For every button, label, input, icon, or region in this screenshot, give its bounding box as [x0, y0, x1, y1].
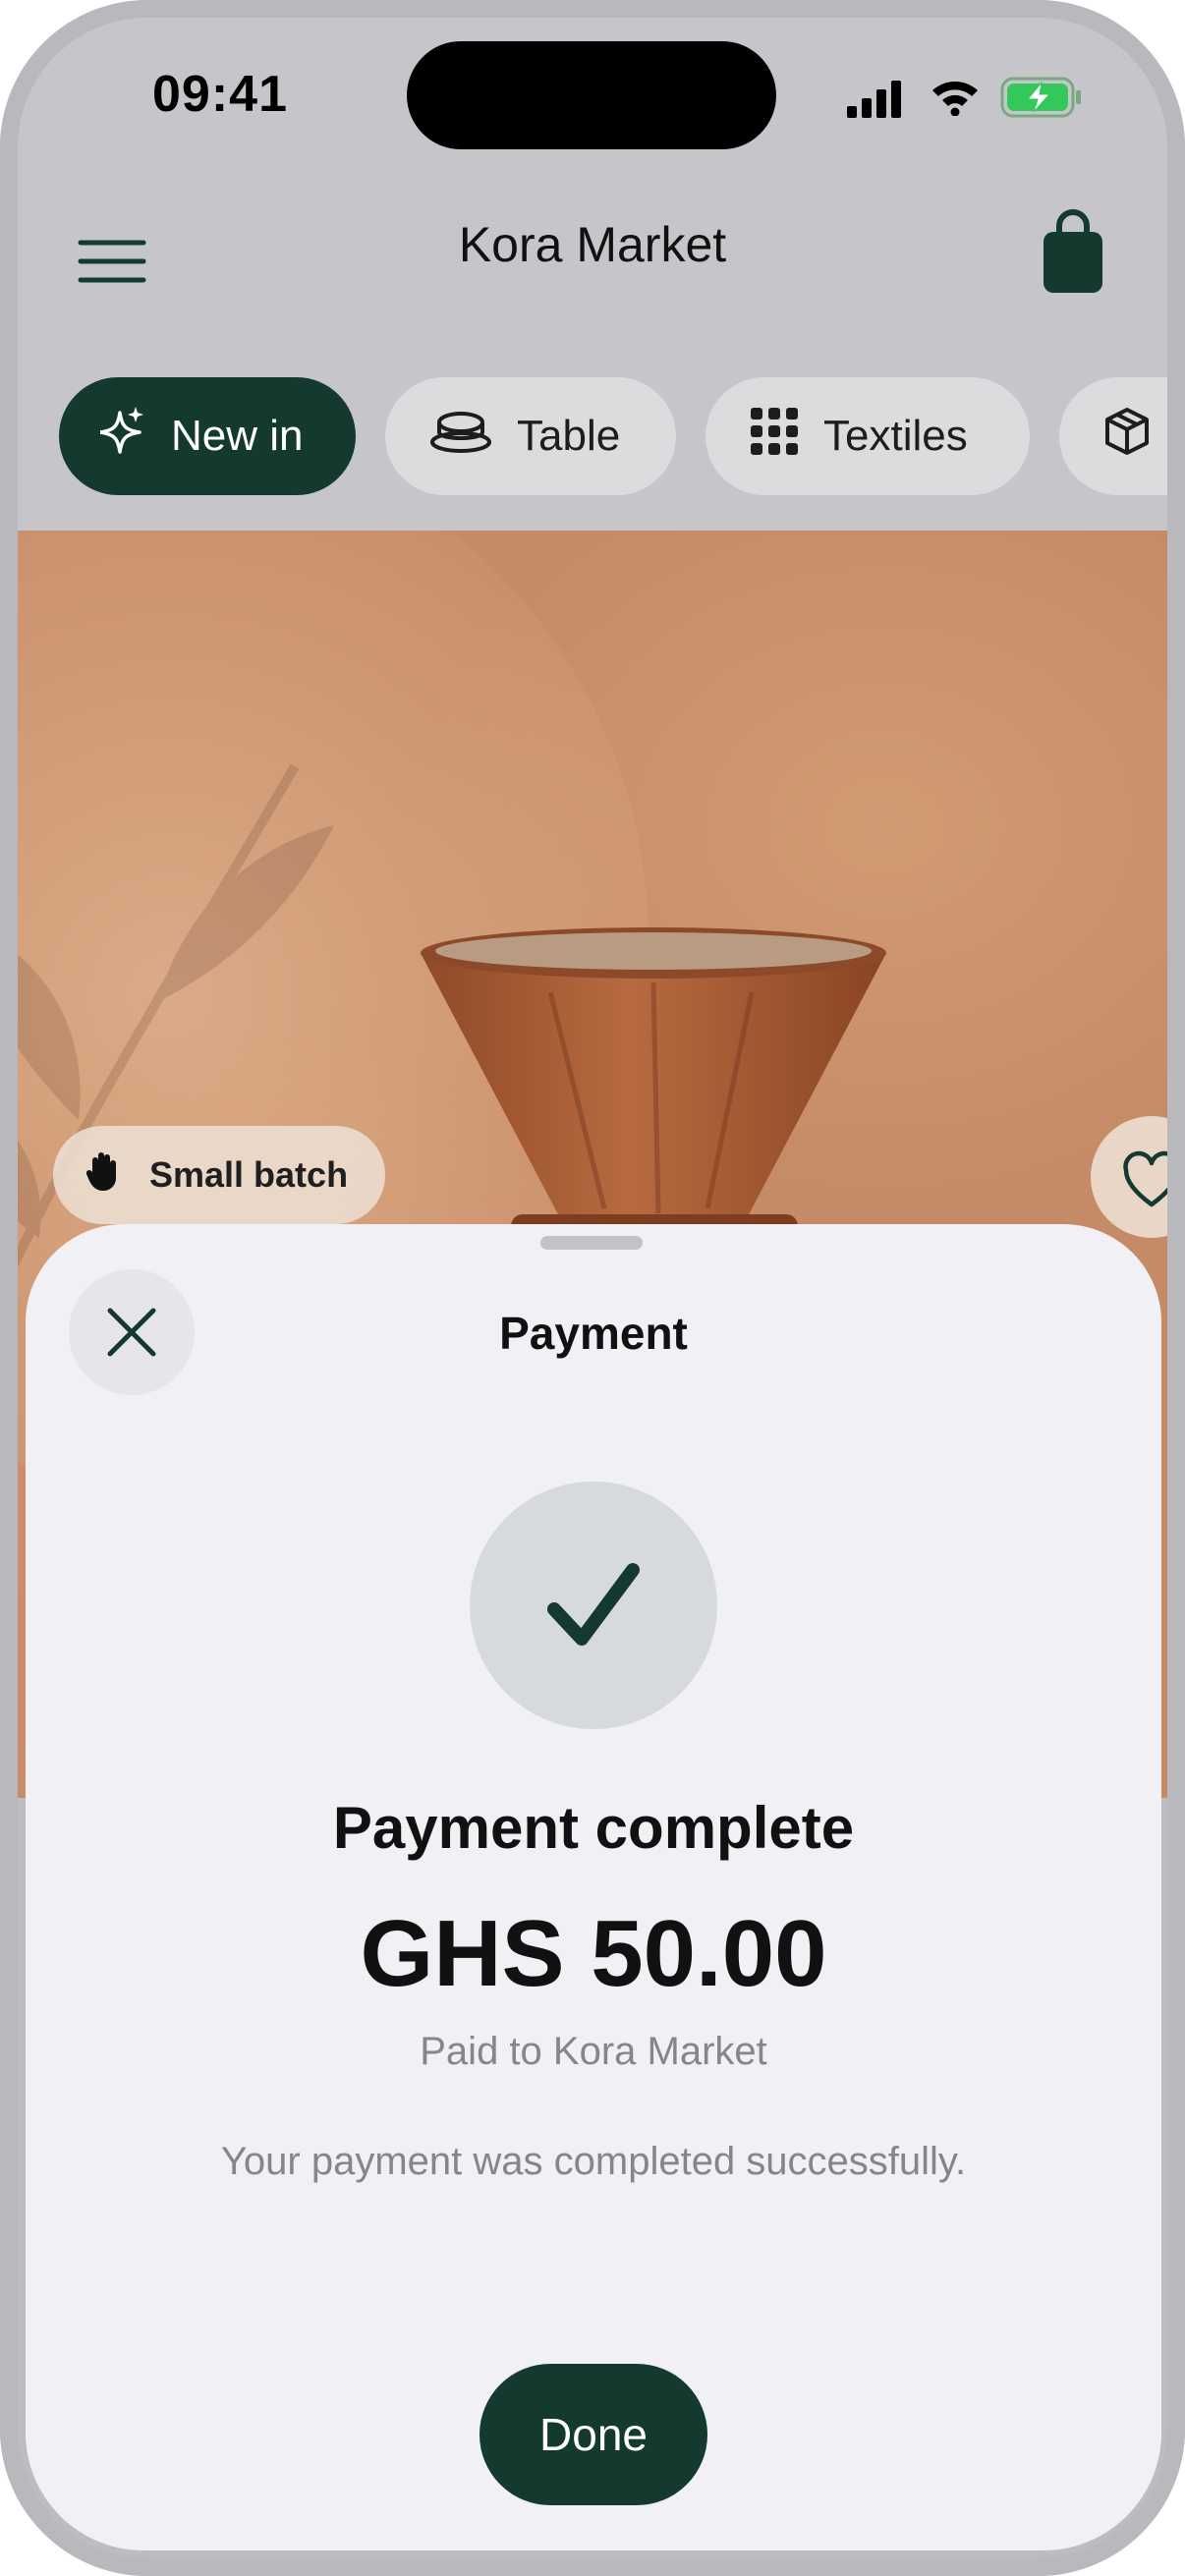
sparkle-icon — [98, 406, 145, 467]
done-button[interactable]: Done — [480, 2364, 707, 2505]
chip-label: Table — [517, 412, 621, 460]
payment-sheet: Payment Payment complete GHS 50.00 Paid … — [26, 1224, 1161, 2550]
payee-text: Paid to Kora Market — [420, 2030, 767, 2073]
chip-label: Textiles — [823, 412, 968, 460]
shopping-bag-button[interactable] — [1018, 195, 1128, 305]
dynamic-island — [407, 41, 776, 149]
chip-box-category[interactable] — [1059, 377, 1185, 495]
favorite-button[interactable] — [1091, 1116, 1185, 1238]
checkmark-icon — [547, 1563, 640, 1646]
success-indicator — [470, 1482, 717, 1729]
app-title: Kora Market — [458, 217, 727, 272]
cellular-signal-icon — [847, 81, 901, 118]
box-icon — [1104, 407, 1150, 467]
success-message: Your payment was completed successfully. — [220, 2140, 967, 2183]
cup-icon — [430, 409, 491, 465]
hand-icon — [85, 1150, 120, 1201]
chip-new-in[interactable]: New in — [59, 377, 356, 495]
status-time: 09:41 — [152, 66, 288, 123]
sheet-title: Payment — [499, 1308, 688, 1359]
payment-amount: GHS 50.00 — [360, 1901, 827, 2006]
battery-charging-icon — [1000, 77, 1081, 118]
chip-label: New in — [171, 412, 304, 460]
phone-screen: 09:41 Kora Market New in Table Textiles … — [0, 0, 1185, 2576]
shopping-bag-icon — [1044, 209, 1102, 293]
small-batch-badge: Small batch — [53, 1126, 386, 1224]
payment-status-heading: Payment complete — [332, 1795, 855, 1861]
sheet-grabber[interactable] — [540, 1236, 643, 1250]
chip-table[interactable]: Table — [385, 377, 676, 495]
grid-icon — [751, 407, 798, 466]
badge-label: Small batch — [149, 1154, 349, 1195]
chip-textiles[interactable]: Textiles — [705, 377, 1030, 495]
heart-icon — [1123, 1150, 1180, 1207]
wifi-icon — [932, 82, 978, 116]
